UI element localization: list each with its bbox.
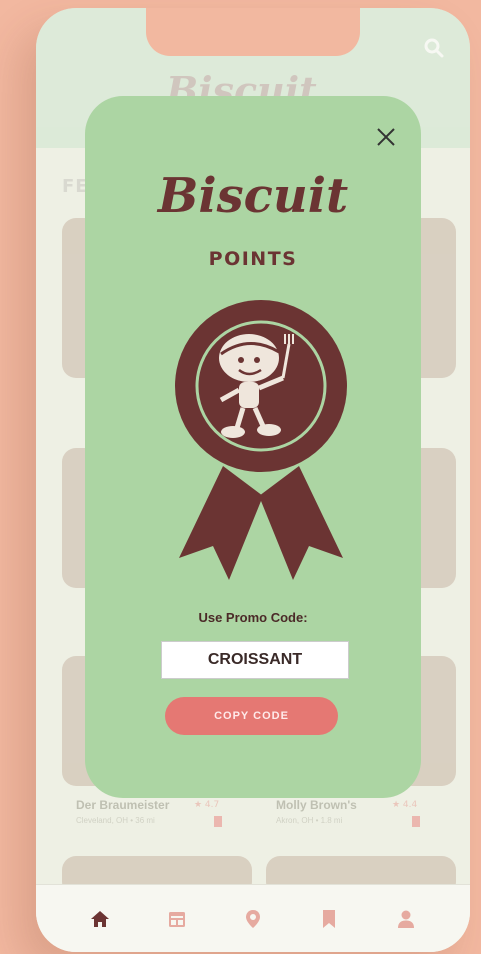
promo-code-label: Use Promo Code: [198, 610, 308, 625]
calendar-icon [168, 911, 185, 927]
card-name: Der Braumeister [76, 798, 170, 812]
copy-code-button[interactable]: COPY CODE [165, 697, 338, 735]
card-rating: ★ 4.4 [392, 800, 418, 810]
tab-location[interactable] [237, 903, 269, 935]
brand-subtitle: POINTS [208, 248, 298, 270]
tab-home[interactable] [84, 903, 116, 935]
card-rating: ★ 4.7 [194, 800, 220, 810]
tab-calendar[interactable] [161, 903, 193, 935]
card-meta: Akron, OH • 1.8 mi [276, 816, 343, 825]
home-icon [91, 910, 110, 927]
bottom-tab-bar [36, 884, 470, 952]
phone-notch [146, 8, 360, 56]
promo-code-field[interactable]: CROISSANT [161, 641, 349, 679]
location-pin-icon [245, 909, 260, 928]
bookmark-icon [323, 909, 336, 928]
brand-title: Biscuit [157, 168, 349, 224]
profile-icon [397, 910, 414, 928]
tab-bookmarks[interactable] [313, 903, 345, 935]
tab-profile[interactable] [390, 903, 422, 935]
close-icon[interactable] [375, 126, 397, 148]
promo-modal: Biscuit POINTS Use Promo Code: CROISSANT… [85, 96, 421, 798]
award-ribbon-badge [175, 300, 347, 580]
bookmark-icon[interactable] [412, 816, 420, 827]
card-meta: Cleveland, OH • 36 mi [76, 816, 155, 825]
bookmark-icon[interactable] [214, 816, 222, 827]
search-icon[interactable] [424, 38, 444, 58]
card-name: Molly Brown's [276, 798, 357, 812]
